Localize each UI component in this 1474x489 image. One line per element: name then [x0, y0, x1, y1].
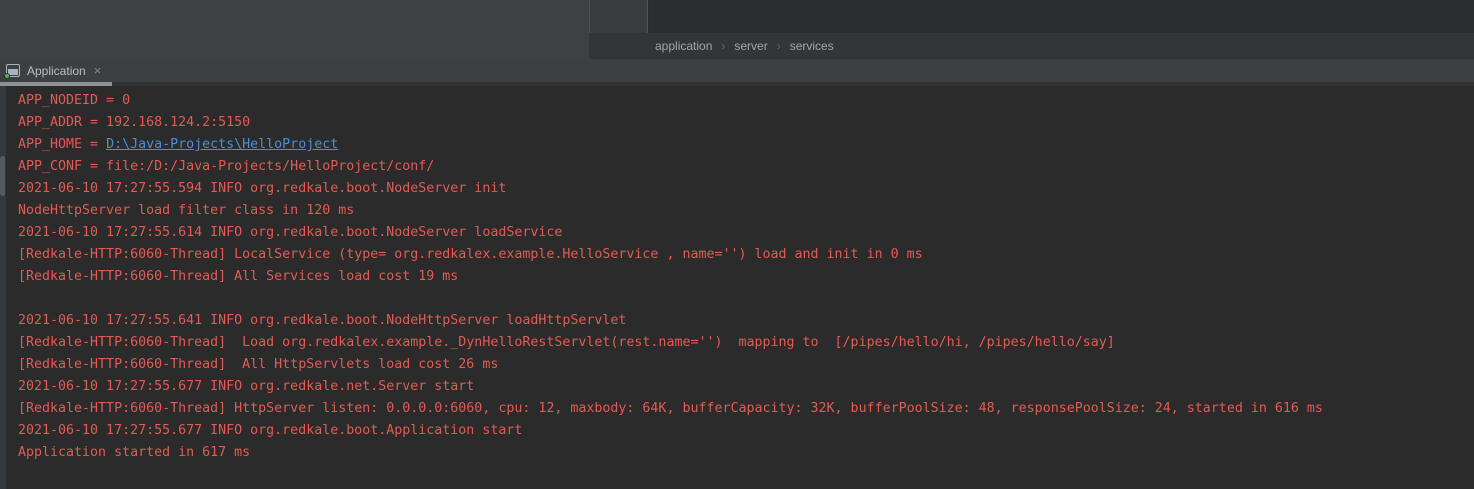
console-scrollbar-track	[0, 86, 6, 489]
file-link[interactable]: D:\Java-Projects\HelloProject	[106, 137, 338, 152]
breadcrumb-separator-icon: ›	[777, 39, 781, 53]
breadcrumb-item-server[interactable]: server	[734, 39, 767, 53]
active-tab-underline	[0, 82, 112, 86]
log-line: 2021-06-10 17:27:55.594 INFO org.redkale…	[18, 178, 1323, 200]
breadcrumb-item-application[interactable]: application	[655, 39, 712, 53]
log-line: APP_ADDR = 192.168.124.2:5150	[18, 112, 1323, 134]
console-log-lines: APP_NODEID = 0APP_ADDR = 192.168.124.2:5…	[18, 90, 1323, 464]
log-line: 2021-06-10 17:27:55.614 INFO org.redkale…	[18, 222, 1323, 244]
log-line: APP_HOME = D:\Java-Projects\HelloProject	[18, 134, 1323, 156]
tab-label: Application	[27, 64, 86, 78]
run-toolwindow-tabbar: Application ×	[0, 59, 1474, 86]
console-scrollbar-thumb[interactable]	[0, 156, 5, 196]
log-text: APP_HOME =	[18, 137, 106, 152]
close-icon[interactable]: ×	[94, 64, 102, 77]
log-line: [Redkale-HTTP:6060-Thread] Load org.redk…	[18, 332, 1323, 354]
log-line: Application started in 617 ms	[18, 442, 1323, 464]
log-line: 2021-06-10 17:27:55.677 INFO org.redkale…	[18, 376, 1323, 398]
editor-pane	[0, 0, 589, 59]
log-line: [Redkale-HTTP:6060-Thread] LocalService …	[18, 244, 1323, 266]
running-indicator-dot	[4, 73, 10, 79]
log-line	[18, 288, 1323, 310]
log-line: 2021-06-10 17:27:55.641 INFO org.redkale…	[18, 310, 1323, 332]
log-line: APP_NODEID = 0	[18, 90, 1323, 112]
console-icon	[6, 64, 20, 77]
editor-pane-secondary	[649, 0, 1474, 33]
console-output: APP_NODEID = 0APP_ADDR = 192.168.124.2:5…	[0, 86, 1474, 489]
breadcrumb: application › server › services	[589, 33, 1474, 59]
editor-divider-panel	[589, 0, 648, 33]
breadcrumb-separator-icon: ›	[721, 39, 725, 53]
log-line: APP_CONF = file:/D:/Java-Projects/HelloP…	[18, 156, 1323, 178]
log-line: [Redkale-HTTP:6060-Thread] HttpServer li…	[18, 398, 1323, 420]
log-line: NodeHttpServer load filter class in 120 …	[18, 200, 1323, 222]
breadcrumb-item-services[interactable]: services	[790, 39, 834, 53]
log-line: 2021-06-10 17:27:55.677 INFO org.redkale…	[18, 420, 1323, 442]
log-line: [Redkale-HTTP:6060-Thread] All Services …	[18, 266, 1323, 288]
log-line: [Redkale-HTTP:6060-Thread] All HttpServl…	[18, 354, 1323, 376]
tab-application[interactable]: Application ×	[0, 59, 107, 82]
